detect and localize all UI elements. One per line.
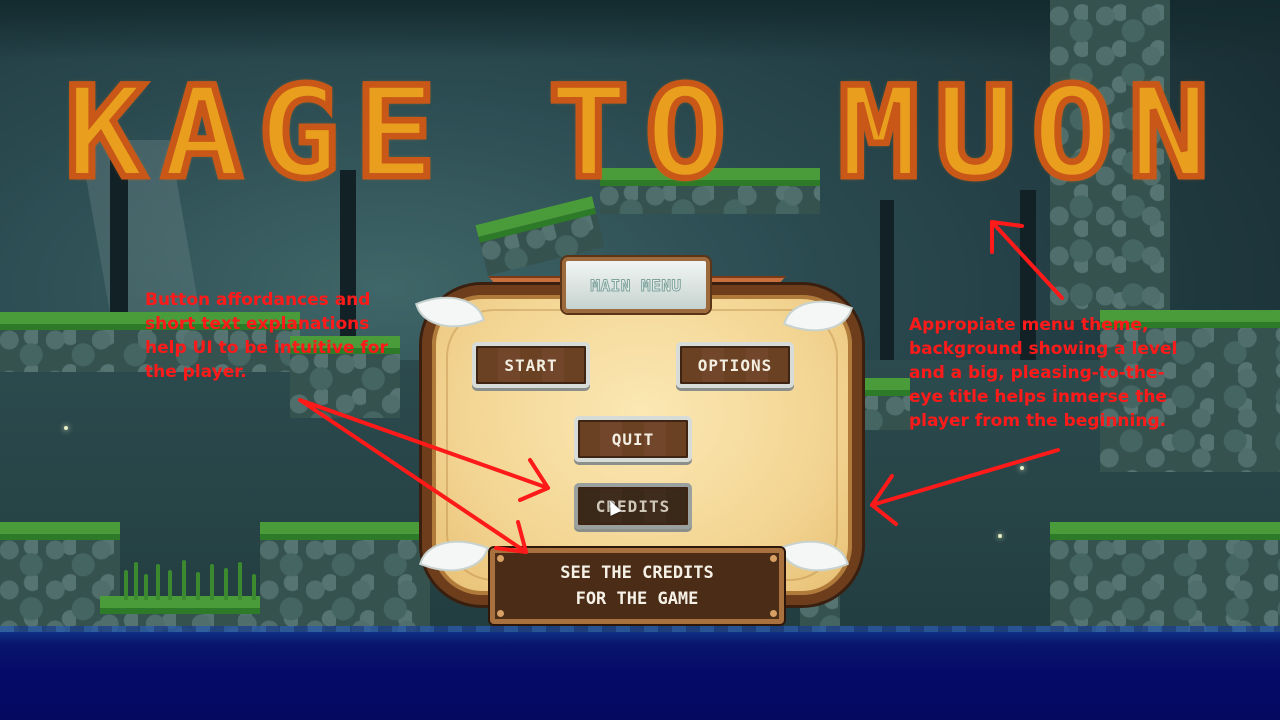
quit-button[interactable]: QUIT — [574, 416, 692, 462]
main-menu-header-label: MAIN MENU — [590, 275, 682, 295]
quit-button-label: QUIT — [611, 429, 655, 449]
firefly — [1020, 466, 1024, 470]
water — [0, 632, 1280, 720]
tooltip-line-1: SEE THE CREDITS — [560, 563, 714, 583]
annotation-right: Appropiate menu theme, background showin… — [909, 315, 1178, 431]
tooltip-line-2: FOR THE GAME — [575, 589, 699, 609]
annotation-left: Button affordances and short text explan… — [145, 290, 388, 382]
start-button[interactable]: START — [472, 342, 590, 388]
firefly — [998, 534, 1002, 538]
options-button[interactable]: OPTIONS — [676, 342, 794, 388]
main-menu-header: MAIN MENU — [562, 257, 710, 313]
firefly — [64, 426, 68, 430]
options-button-label: OPTIONS — [697, 355, 773, 375]
game-title: KAGE TO MUON — [61, 56, 1226, 209]
credits-tooltip: SEE THE CREDITS FOR THE GAME — [490, 548, 784, 624]
credits-button[interactable]: CREDITS — [574, 483, 692, 529]
start-button-label: START — [504, 355, 558, 375]
grass-patch — [120, 560, 270, 600]
